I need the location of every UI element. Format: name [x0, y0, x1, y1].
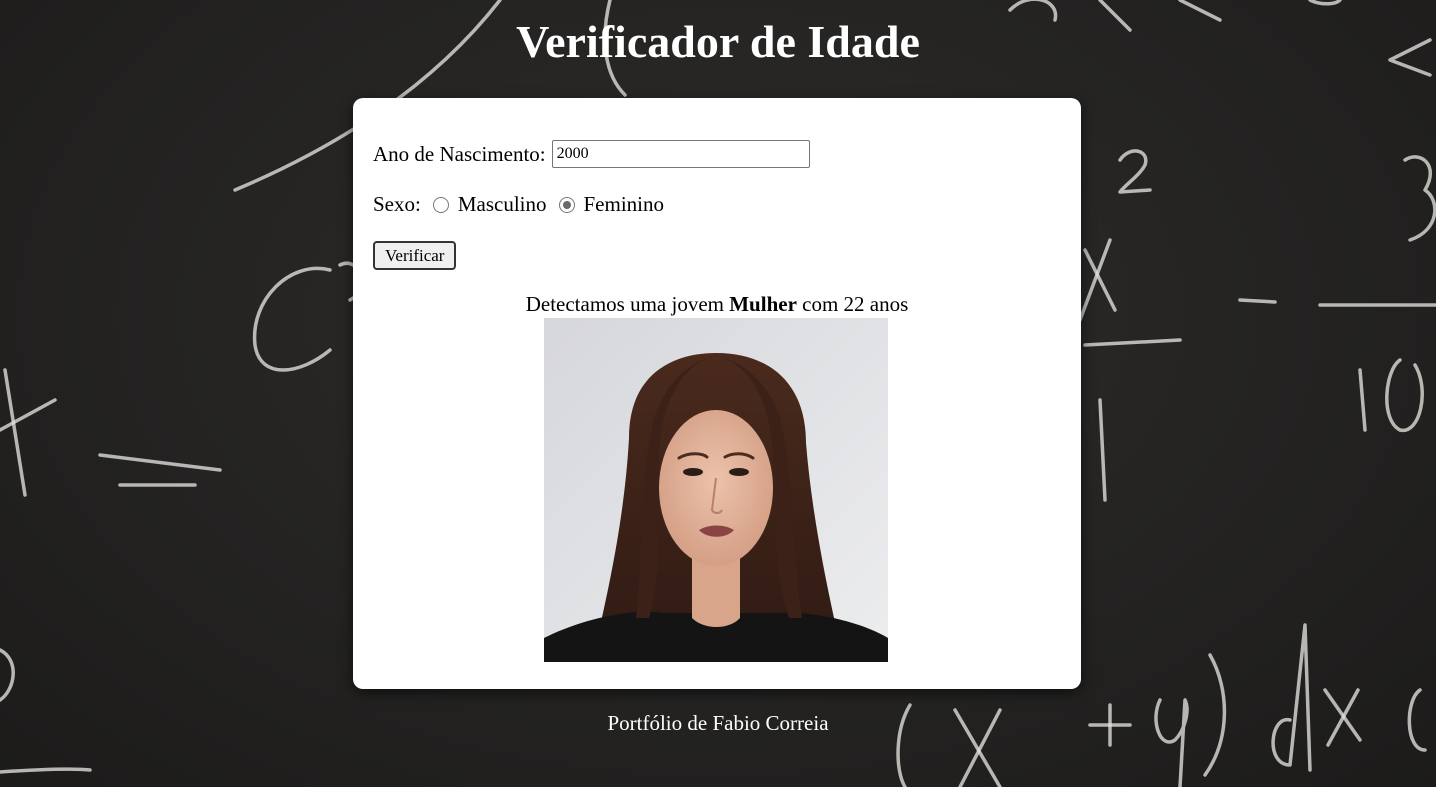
result-text: Detectamos uma jovem Mulher com 22 anos — [353, 292, 1081, 317]
verifier-card: Ano de Nascimento: Sexo: Masculino Femin… — [353, 98, 1081, 689]
birth-year-input[interactable] — [551, 140, 810, 168]
birth-year-label: Ano de Nascimento: — [373, 141, 546, 166]
sex-radio-group: Masculino Feminino — [432, 192, 676, 217]
radio-feminino-label[interactable]: Feminino — [584, 192, 665, 217]
footer-credit: Portfólio de Fabio Correia — [607, 711, 829, 735]
young-woman-portrait-image — [544, 318, 888, 662]
verify-row: Verificar — [373, 241, 457, 270]
radio-masculino-label[interactable]: Masculino — [458, 192, 547, 217]
verify-button[interactable]: Verificar — [373, 241, 457, 270]
result-suffix: com 22 anos — [802, 292, 909, 316]
sex-row: Sexo: Masculino Feminino — [373, 192, 676, 217]
result-prefix: Detectamos uma jovem — [525, 292, 724, 316]
radio-feminino[interactable] — [558, 196, 575, 213]
page-title: Verificador de Idade — [516, 16, 920, 67]
birth-year-row: Ano de Nascimento: — [373, 140, 810, 168]
radio-masculino[interactable] — [432, 196, 449, 213]
result-gender: Mulher — [729, 292, 797, 316]
sex-label: Sexo: — [373, 192, 421, 216]
